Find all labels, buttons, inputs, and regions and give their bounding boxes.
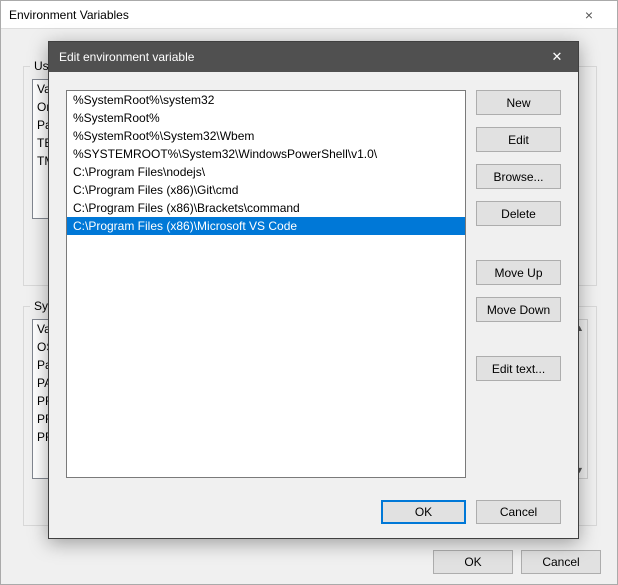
parent-ok-button[interactable]: OK (433, 550, 513, 574)
parent-cancel-button[interactable]: Cancel (521, 550, 601, 574)
move-up-button[interactable]: Move Up (476, 260, 561, 285)
cancel-button[interactable]: Cancel (476, 500, 561, 524)
new-button[interactable]: New (476, 90, 561, 115)
modal-titlebar: Edit environment variable ✕ (49, 42, 578, 72)
path-entry[interactable]: C:\Program Files (x86)\Microsoft VS Code (67, 217, 465, 235)
edit-button[interactable]: Edit (476, 127, 561, 152)
parent-dialog-buttons: OK Cancel (433, 550, 601, 574)
delete-button[interactable]: Delete (476, 201, 561, 226)
path-entry[interactable]: %SystemRoot%\System32\Wbem (67, 127, 465, 145)
close-icon[interactable]: × (569, 7, 609, 23)
parent-title: Environment Variables (9, 8, 129, 22)
path-entry[interactable]: C:\Program Files (x86)\Brackets\command (67, 199, 465, 217)
path-entry[interactable]: %SystemRoot%\system32 (67, 91, 465, 109)
path-entries-list[interactable]: %SystemRoot%\system32%SystemRoot%%System… (66, 90, 466, 478)
path-entry[interactable]: %SYSTEMROOT%\System32\WindowsPowerShell\… (67, 145, 465, 163)
browse-button[interactable]: Browse... (476, 164, 561, 189)
path-entry[interactable]: C:\Program Files (x86)\Git\cmd (67, 181, 465, 199)
modal-title: Edit environment variable (59, 50, 194, 64)
path-entry[interactable]: C:\Program Files\nodejs\ (67, 163, 465, 181)
move-down-button[interactable]: Move Down (476, 297, 561, 322)
ok-button[interactable]: OK (381, 500, 466, 524)
edit-text-button[interactable]: Edit text... (476, 356, 561, 381)
close-icon[interactable]: ✕ (536, 42, 578, 72)
path-entry[interactable]: %SystemRoot% (67, 109, 465, 127)
edit-env-var-dialog: Edit environment variable ✕ %SystemRoot%… (48, 41, 579, 539)
parent-titlebar: Environment Variables × (1, 1, 617, 29)
modal-dialog-buttons: OK Cancel (381, 500, 561, 524)
